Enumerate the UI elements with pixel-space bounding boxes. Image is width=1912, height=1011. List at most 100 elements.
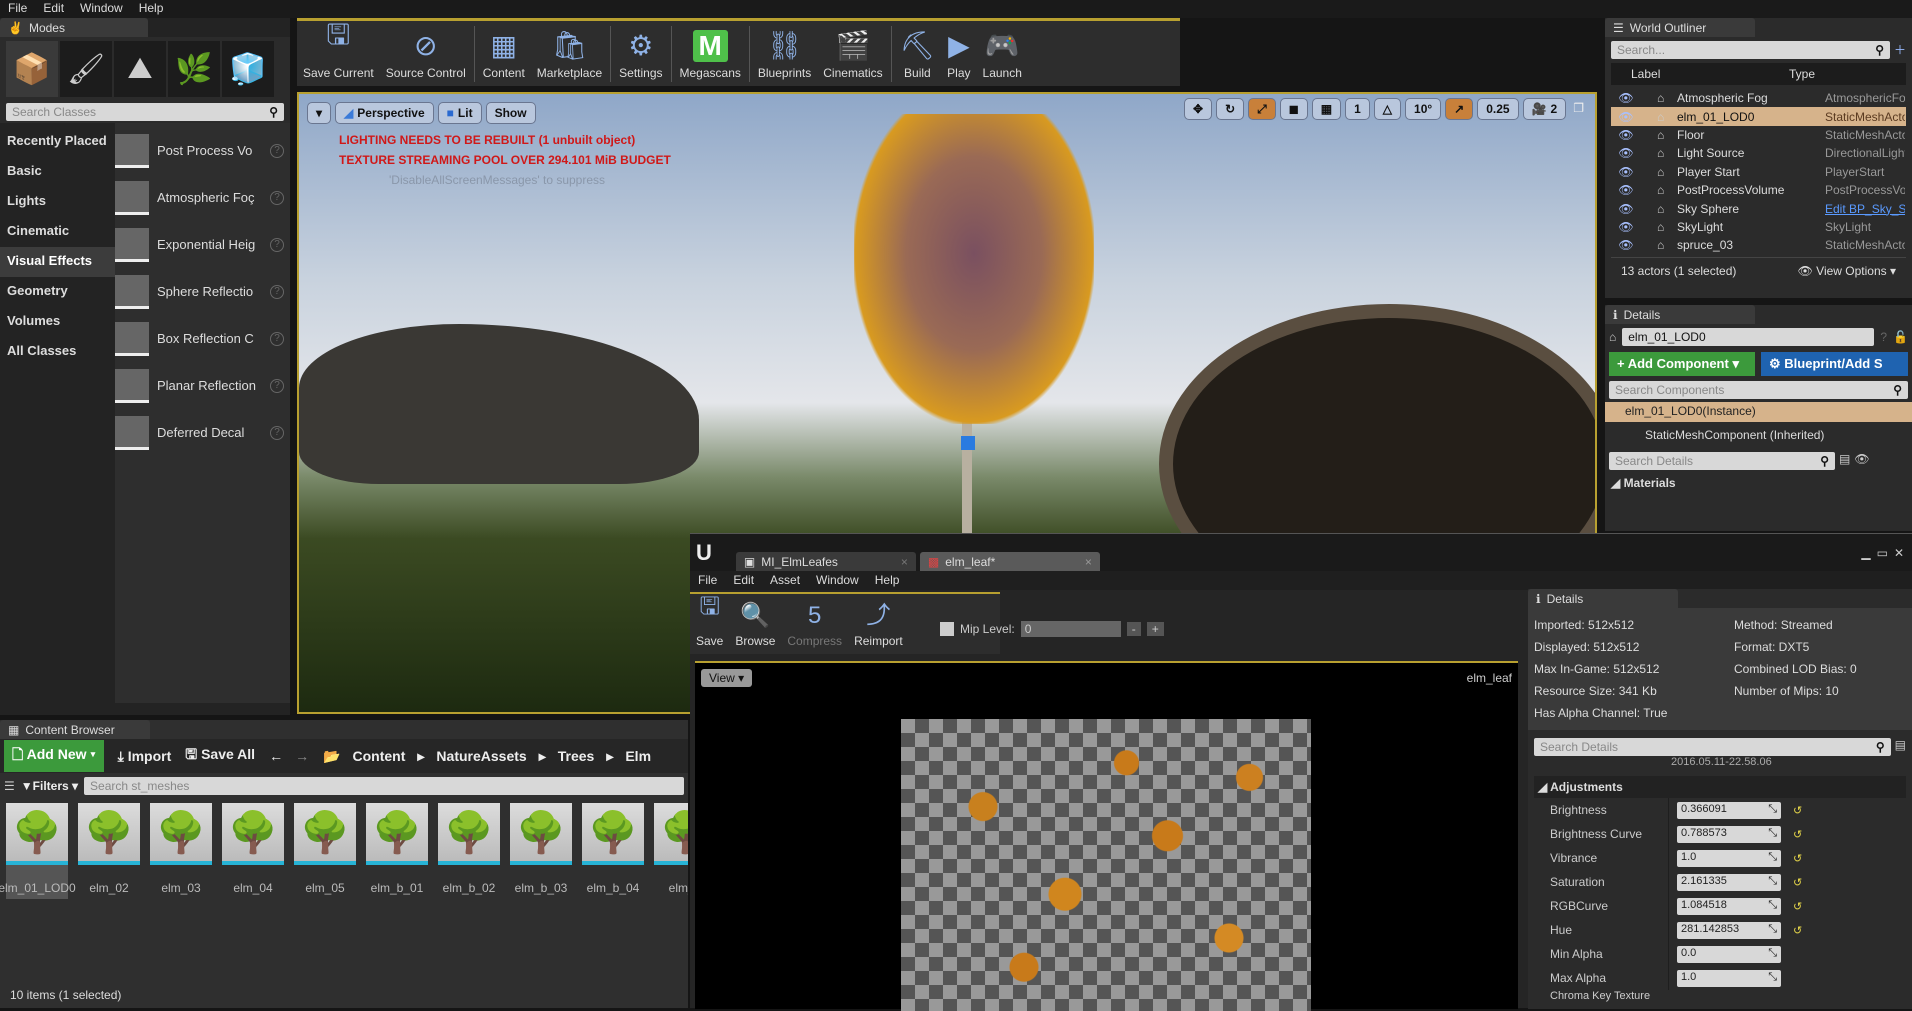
outliner-row[interactable]: 👁 ⌂ Atmospheric Fog AtmosphericFog bbox=[1611, 89, 1906, 107]
breadcrumb-trees[interactable]: Trees bbox=[558, 748, 595, 764]
outliner-row[interactable]: 👁⌂Sky SphereEdit BP_Sky_Sphere bbox=[1611, 199, 1906, 217]
menu-help[interactable]: Help bbox=[131, 0, 172, 18]
drag-handle-icon[interactable]: ⤡ bbox=[1768, 875, 1777, 890]
grid-snap-value[interactable]: 1 bbox=[1345, 98, 1370, 120]
visibility-eye-icon[interactable]: 👁 bbox=[1611, 91, 1641, 105]
placeable-item[interactable]: Box Reflection C? bbox=[115, 315, 290, 362]
scale-snap-icon[interactable]: ↗ bbox=[1445, 98, 1474, 120]
back-arrow-icon[interactable]: ← bbox=[269, 748, 283, 764]
outliner-search-input[interactable]: Search... ⚲ bbox=[1611, 41, 1890, 59]
show-button[interactable]: Show bbox=[485, 102, 536, 124]
menu-edit[interactable]: Edit bbox=[35, 0, 72, 18]
world-outliner-tab[interactable]: ☰ World Outliner bbox=[1605, 18, 1755, 37]
placeable-item[interactable]: Deferred Decal? bbox=[115, 409, 290, 456]
visibility-eye-icon[interactable]: 👁 bbox=[1611, 146, 1641, 160]
scale-icon[interactable]: ⤢ bbox=[1248, 98, 1276, 120]
sources-toggle-icon[interactable]: ☰ bbox=[4, 779, 15, 793]
rotation-snap-value[interactable]: 10° bbox=[1405, 98, 1442, 120]
category-item[interactable]: Volumes bbox=[0, 307, 115, 337]
settings-button[interactable]: ⚙ Settings bbox=[613, 22, 668, 86]
breadcrumb-elm[interactable]: Elm bbox=[625, 748, 651, 764]
placeable-item[interactable]: Planar Reflection? bbox=[115, 362, 290, 409]
surface-snap-icon[interactable]: ◼ bbox=[1279, 98, 1308, 120]
help-icon[interactable]: ? bbox=[270, 284, 284, 299]
breadcrumb-content[interactable]: Content bbox=[353, 748, 406, 764]
visibility-eye-icon[interactable]: 👁 bbox=[1611, 128, 1641, 142]
rotation-snap-icon[interactable]: △ bbox=[1373, 98, 1402, 120]
asset-tile[interactable]: 🌳 elm_03 bbox=[150, 803, 212, 899]
import-button[interactable]: ⤓ Import bbox=[118, 748, 172, 765]
te-menu-asset[interactable]: Asset bbox=[762, 571, 808, 590]
property-value-input[interactable]: 0.366091 ⤡ bbox=[1677, 801, 1781, 819]
cinematics-button[interactable]: 🎬 Cinematics bbox=[817, 22, 888, 86]
drag-handle-icon[interactable]: ⤡ bbox=[1768, 947, 1777, 962]
te-menu-edit[interactable]: Edit bbox=[725, 571, 762, 590]
close-icon[interactable]: × bbox=[901, 555, 908, 569]
menu-file[interactable]: File bbox=[0, 0, 35, 18]
te-menu-file[interactable]: File bbox=[690, 571, 725, 590]
drag-handle-icon[interactable]: ⤡ bbox=[1768, 923, 1777, 938]
search-details-input[interactable]: Search Details ⚲ bbox=[1609, 452, 1835, 470]
outliner-row[interactable]: 👁 ⌂ Player Start PlayerStart bbox=[1611, 163, 1906, 181]
placeable-item[interactable]: Sphere Reflectio? bbox=[115, 268, 290, 315]
maximize-icon[interactable]: ▭ bbox=[1877, 546, 1888, 560]
mip-level-input[interactable]: 0 bbox=[1020, 621, 1121, 637]
help-icon[interactable]: ? bbox=[270, 378, 284, 393]
modes-tab[interactable]: ✌ Modes bbox=[0, 18, 148, 37]
category-item[interactable]: All Classes bbox=[0, 337, 115, 367]
texture-viewport[interactable]: View ▾ elm_leaf bbox=[695, 661, 1518, 1011]
close-icon[interactable]: × bbox=[1085, 555, 1092, 569]
list-view-icon[interactable]: ▤ bbox=[1839, 452, 1850, 470]
category-item[interactable]: Lights bbox=[0, 187, 115, 217]
drag-handle-icon[interactable]: ⤡ bbox=[1768, 899, 1777, 914]
filters-button[interactable]: ▼Filters ▾ bbox=[21, 779, 78, 793]
category-item[interactable]: Geometry bbox=[0, 277, 115, 307]
add-new-button[interactable]: 🗋 Add New ▾ bbox=[4, 740, 104, 772]
label-column-header[interactable]: Label bbox=[1611, 67, 1789, 81]
asset-tile[interactable]: 🌳 elm_04 bbox=[222, 803, 284, 899]
drag-handle-icon[interactable]: ⤡ bbox=[1768, 827, 1777, 842]
asset-tile[interactable]: 🌳 elm_b_03 bbox=[510, 803, 572, 899]
property-value-input[interactable]: 1.084518 ⤡ bbox=[1677, 897, 1781, 915]
camera-speed-button[interactable]: 🎥 2 bbox=[1522, 98, 1567, 120]
help-icon[interactable]: ? bbox=[270, 331, 284, 346]
outliner-row[interactable]: 👁 ⌂ elm_01_LOD0 StaticMeshActor bbox=[1611, 107, 1906, 126]
view-menu-button[interactable]: View ▾ bbox=[701, 669, 753, 687]
tab-elm-leaf[interactable]: ▩ elm_leaf* × bbox=[919, 552, 1100, 571]
save-all-button[interactable]: 🖫 Save All bbox=[185, 744, 255, 768]
reset-to-default-icon[interactable]: ↺ bbox=[1793, 852, 1802, 865]
asset-tile[interactable]: 🌳 elm_b_01 bbox=[366, 803, 428, 899]
property-value-input[interactable]: 2.161335 ⤡ bbox=[1677, 873, 1781, 891]
build-button[interactable]: ⛏ Build bbox=[894, 22, 942, 86]
rotate-icon[interactable]: ↻ bbox=[1216, 98, 1245, 120]
megascans-button[interactable]: M Megascans bbox=[674, 22, 747, 86]
landscape-mode-icon[interactable]: ⛰ bbox=[114, 41, 166, 97]
help-icon[interactable]: ? bbox=[270, 190, 284, 205]
category-item[interactable]: Visual Effects bbox=[0, 247, 115, 277]
reset-to-default-icon[interactable]: ↺ bbox=[1793, 876, 1802, 889]
browse-button[interactable]: 🔍 Browse bbox=[729, 596, 781, 654]
visibility-eye-icon[interactable]: 👁 bbox=[1611, 238, 1641, 252]
actor-name-input[interactable]: elm_01_LOD0 bbox=[1622, 328, 1875, 346]
grid-snap-icon[interactable]: ▦ bbox=[1311, 98, 1342, 120]
scale-snap-value[interactable]: 0.25 bbox=[1477, 98, 1519, 120]
visibility-eye-icon[interactable]: 👁 bbox=[1611, 165, 1641, 179]
add-icon[interactable]: ＋ bbox=[1894, 41, 1906, 59]
outliner-row[interactable]: 👁 ⌂ spruce_03 StaticMeshActor bbox=[1611, 236, 1906, 254]
eye-icon[interactable]: 👁 bbox=[1854, 452, 1869, 470]
reset-to-default-icon[interactable]: ↺ bbox=[1793, 828, 1802, 841]
geometry-mode-icon[interactable]: 🧊 bbox=[222, 41, 274, 97]
drag-handle-icon[interactable]: ⤡ bbox=[1768, 971, 1777, 986]
gizmo[interactable] bbox=[961, 436, 975, 450]
asset-search-input[interactable]: Search st_meshes bbox=[84, 777, 684, 795]
placeable-item[interactable]: Exponential Heig? bbox=[115, 221, 290, 268]
category-item[interactable]: Cinematic bbox=[0, 217, 115, 247]
mip-checkbox[interactable] bbox=[940, 622, 954, 636]
outliner-row[interactable]: 👁 ⌂ Floor StaticMeshActor bbox=[1611, 126, 1906, 144]
add-component-button[interactable]: + Add Component ▾ bbox=[1609, 352, 1755, 376]
blueprints-button[interactable]: ⛓ Blueprints bbox=[752, 22, 817, 86]
maximize-viewport-icon[interactable]: ❐ bbox=[1570, 98, 1587, 120]
visibility-eye-icon[interactable]: 👁 bbox=[1611, 220, 1641, 234]
details-tab[interactable]: ℹ Details bbox=[1605, 305, 1755, 324]
reset-to-default-icon[interactable]: ↺ bbox=[1793, 900, 1802, 913]
